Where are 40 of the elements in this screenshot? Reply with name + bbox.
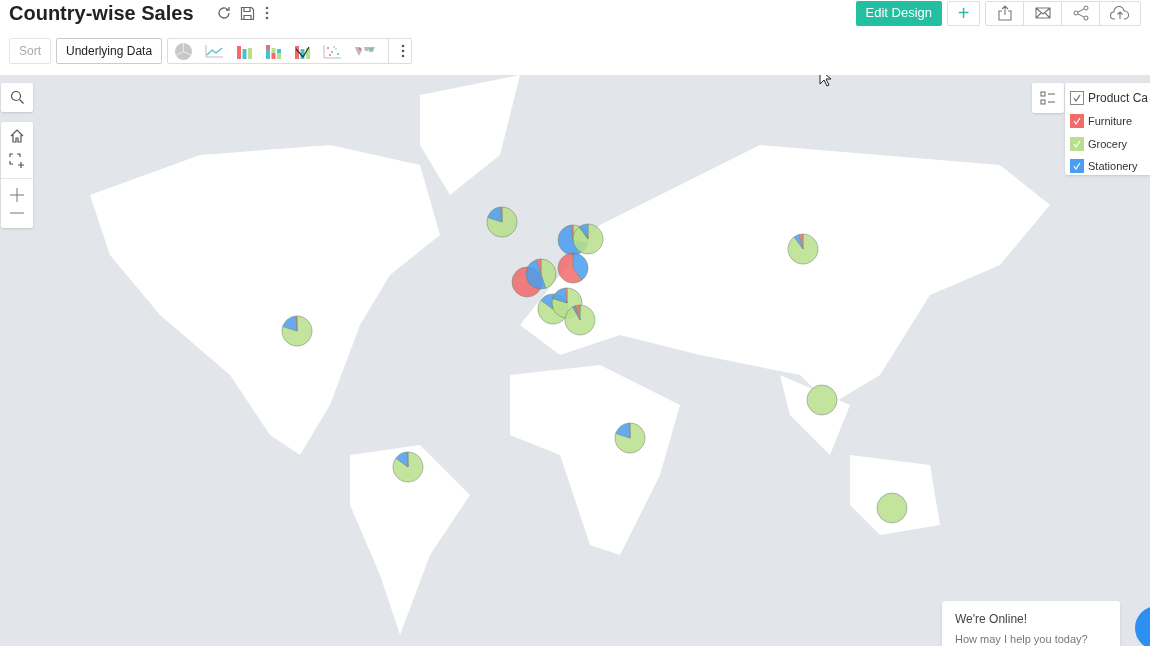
pie-marker[interactable] <box>564 304 596 336</box>
pie-marker[interactable] <box>806 384 838 416</box>
scatter-chart-icon[interactable] <box>323 43 343 59</box>
line-chart-icon[interactable] <box>205 44 225 58</box>
pie-marker[interactable] <box>486 206 518 238</box>
legend-checkbox[interactable] <box>1070 159 1084 174</box>
legend-item[interactable]: Furniture <box>1088 113 1133 130</box>
legend-item[interactable]: Grocery <box>1088 135 1128 152</box>
refresh-icon[interactable] <box>215 5 232 21</box>
legend-checkbox[interactable] <box>1070 91 1084 105</box>
more-icon[interactable] <box>264 6 269 20</box>
chat-bubble[interactable]: We're Online! How may I help you today? <box>942 601 1120 646</box>
chat-title: We're Online! <box>955 611 1029 628</box>
pie-marker[interactable] <box>525 258 557 290</box>
legend-item[interactable]: Stationery <box>1088 158 1138 175</box>
bar-chart-icon[interactable] <box>236 43 254 59</box>
pie-marker[interactable] <box>614 422 646 454</box>
pie-marker[interactable] <box>392 451 424 483</box>
chat-subtitle: How may I help you today? <box>955 632 1089 646</box>
zoom-in-icon[interactable] <box>10 188 24 202</box>
zoom-selection-icon[interactable] <box>9 153 25 169</box>
pie-marker[interactable] <box>557 252 589 284</box>
home-icon[interactable] <box>9 128 25 144</box>
page-title: Country-wise Sales <box>9 1 194 26</box>
more-icon[interactable] <box>401 44 406 58</box>
legend-title: Product Ca <box>1088 90 1149 107</box>
pie-marker[interactable] <box>281 315 313 347</box>
underlying-data-button[interactable]: Underlying Data <box>56 38 163 64</box>
pie-marker[interactable] <box>572 223 604 255</box>
legend-toggle-icon[interactable] <box>1032 83 1064 113</box>
combo-chart-icon[interactable] <box>294 43 312 59</box>
zoom-out-icon[interactable] <box>10 211 24 215</box>
stacked-bar-chart-icon[interactable] <box>265 43 283 59</box>
map-chart-icon[interactable] <box>354 45 377 57</box>
legend-checkbox[interactable] <box>1070 114 1084 129</box>
save-icon[interactable] <box>239 5 255 21</box>
pie-chart-icon[interactable] <box>174 41 194 61</box>
pie-marker[interactable] <box>876 492 908 524</box>
pie-marker[interactable] <box>787 233 819 265</box>
map-search-icon[interactable] <box>1 83 33 112</box>
